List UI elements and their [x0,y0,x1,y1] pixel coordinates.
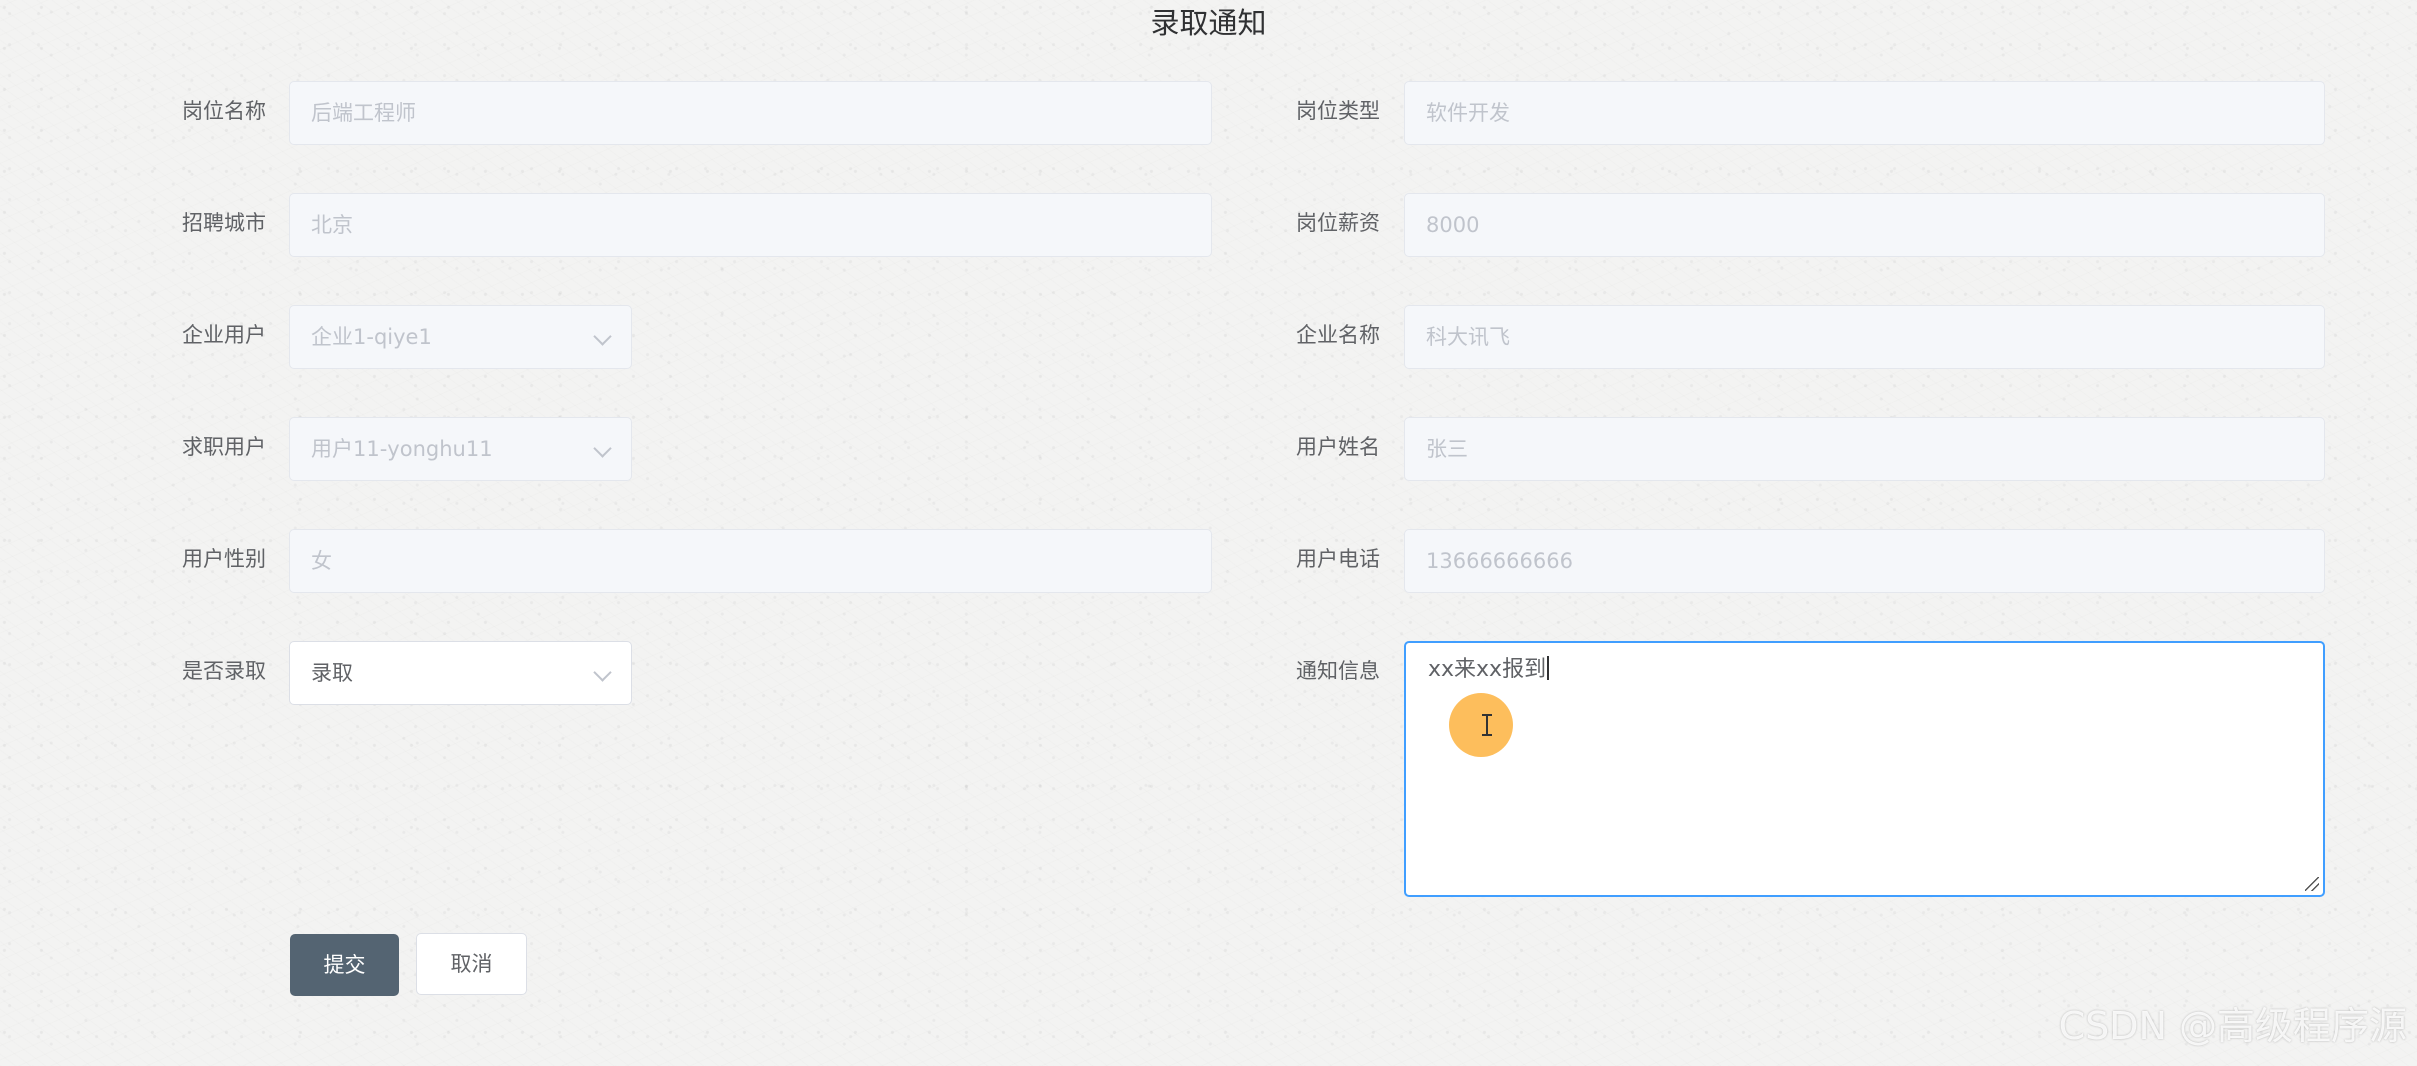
salary-label: 岗位薪资 [1296,211,1380,235]
text-caret [1547,656,1550,680]
chevron-down-icon [593,439,612,458]
job-name-label: 岗位名称 [182,99,266,123]
submit-button[interactable]: 提交 [290,934,399,996]
job-seeker-select[interactable]: 用户11-yonghu11 [289,417,632,481]
notice-textarea[interactable]: xx来xx报到 [1404,641,2325,897]
mouse-highlight [1449,693,1513,757]
job-seeker-label: 求职用户 [182,435,266,459]
notice-text: xx来xx报到 [1428,657,1547,682]
gender-input[interactable]: 女 [289,529,1212,593]
job-type-label: 岗位类型 [1296,99,1380,123]
chevron-down-icon [593,663,612,682]
salary-input[interactable]: 8000 [1404,193,2325,257]
gender-label: 用户性别 [182,547,266,571]
company-name-input[interactable]: 科大讯飞 [1404,305,2325,369]
admitted-value: 录取 [311,661,353,685]
admitted-select[interactable]: 录取 [289,641,632,705]
city-input[interactable]: 北京 [289,193,1212,257]
company-user-select[interactable]: 企业1-qiye1 [289,305,632,369]
notice-label: 通知信息 [1296,659,1380,683]
company-user-value: 企业1-qiye1 [311,325,432,349]
phone-input[interactable]: 13666666666 [1404,529,2325,593]
watermark: CSDN @高级程序源 [2058,1004,2407,1048]
city-label: 招聘城市 [182,211,266,235]
resize-handle-icon[interactable] [2305,877,2319,891]
job-type-input[interactable]: 软件开发 [1404,81,2325,145]
company-user-label: 企业用户 [182,323,266,347]
phone-label: 用户电话 [1296,547,1380,571]
user-name-input[interactable]: 张三 [1404,417,2325,481]
chevron-down-icon [593,327,612,346]
page-title: 录取通知 [1150,6,1267,40]
company-name-label: 企业名称 [1296,323,1380,347]
text-cursor-icon [1482,714,1492,736]
cancel-button[interactable]: 取消 [416,933,527,995]
user-name-label: 用户姓名 [1296,435,1380,459]
job-seeker-value: 用户11-yonghu11 [311,437,493,461]
admitted-label: 是否录取 [182,659,266,683]
job-name-input[interactable]: 后端工程师 [289,81,1212,145]
